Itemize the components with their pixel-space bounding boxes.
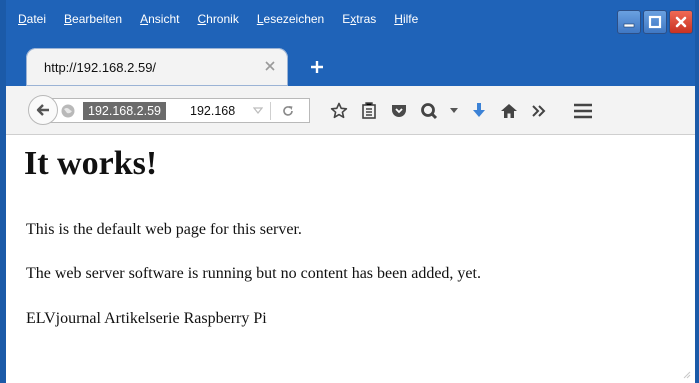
paragraph-elvjournal: ELVjournal Artikelserie Raspberry Pi <box>26 310 267 327</box>
download-icon[interactable] <box>464 99 494 123</box>
quickpanel-dropdown-icon[interactable] <box>444 99 464 123</box>
minimize-button[interactable] <box>617 10 641 34</box>
pocket-icon[interactable] <box>384 99 414 123</box>
back-button[interactable] <box>28 95 58 125</box>
url-separator <box>270 102 271 120</box>
window-controls <box>617 10 693 34</box>
minimize-icon <box>623 23 635 28</box>
menu-hilfe[interactable]: Hilfe <box>394 12 418 26</box>
menu-bar: Datei Bearbeiten Ansicht Chronik Lesezei… <box>18 8 436 30</box>
navigation-bar: 192.168.2.59 192.168 <box>6 86 695 135</box>
url-text: 192.168 <box>190 104 236 118</box>
window-frame-right <box>695 0 699 383</box>
back-arrow-icon <box>36 104 49 116</box>
tab-strip: http://192.168.2.59/ <box>6 40 695 86</box>
globe-icon <box>61 104 75 118</box>
url-bar[interactable]: 192.168.2.59 192.168 <box>50 98 310 123</box>
url-text-selected: 192.168.2.59 <box>83 102 166 120</box>
menu-datei[interactable]: Datei <box>18 12 46 26</box>
reading-list-icon[interactable] <box>354 99 384 123</box>
page-heading: It works! <box>24 145 158 182</box>
maximize-icon <box>648 15 662 29</box>
toolbar <box>324 98 598 124</box>
overflow-icon[interactable] <box>524 99 554 123</box>
menu-ansicht[interactable]: Ansicht <box>140 12 179 26</box>
dropdown-arrow-icon[interactable] <box>250 103 266 119</box>
paragraph-default-page: This is the default web page for this se… <box>26 221 302 238</box>
tab-active[interactable]: http://192.168.2.59/ <box>26 48 288 86</box>
quickpanel-icon[interactable] <box>414 99 444 123</box>
close-icon[interactable] <box>262 58 278 74</box>
star-icon[interactable] <box>324 99 354 123</box>
resize-grip-icon[interactable] <box>681 369 691 379</box>
window-close-icon <box>675 16 687 28</box>
menu-bearbeiten[interactable]: Bearbeiten <box>64 12 122 26</box>
window-close-button[interactable] <box>669 10 693 34</box>
page-content: It works! This is the default web page f… <box>6 135 695 383</box>
browser-window: Datei Bearbeiten Ansicht Chronik Lesezei… <box>0 0 699 383</box>
menu-extras[interactable]: Extras <box>342 12 376 26</box>
menu-lesezeichen[interactable]: Lesezeichen <box>257 12 324 26</box>
maximize-button[interactable] <box>643 10 667 34</box>
paragraph-server-running: The web server software is running but n… <box>26 265 481 282</box>
home-icon[interactable] <box>494 99 524 123</box>
reload-icon[interactable] <box>280 103 296 119</box>
menu-chronik[interactable]: Chronik <box>197 12 238 26</box>
new-tab-icon[interactable] <box>308 58 326 76</box>
hamburger-menu-icon[interactable] <box>568 99 598 123</box>
tab-title: http://192.168.2.59/ <box>44 60 157 75</box>
